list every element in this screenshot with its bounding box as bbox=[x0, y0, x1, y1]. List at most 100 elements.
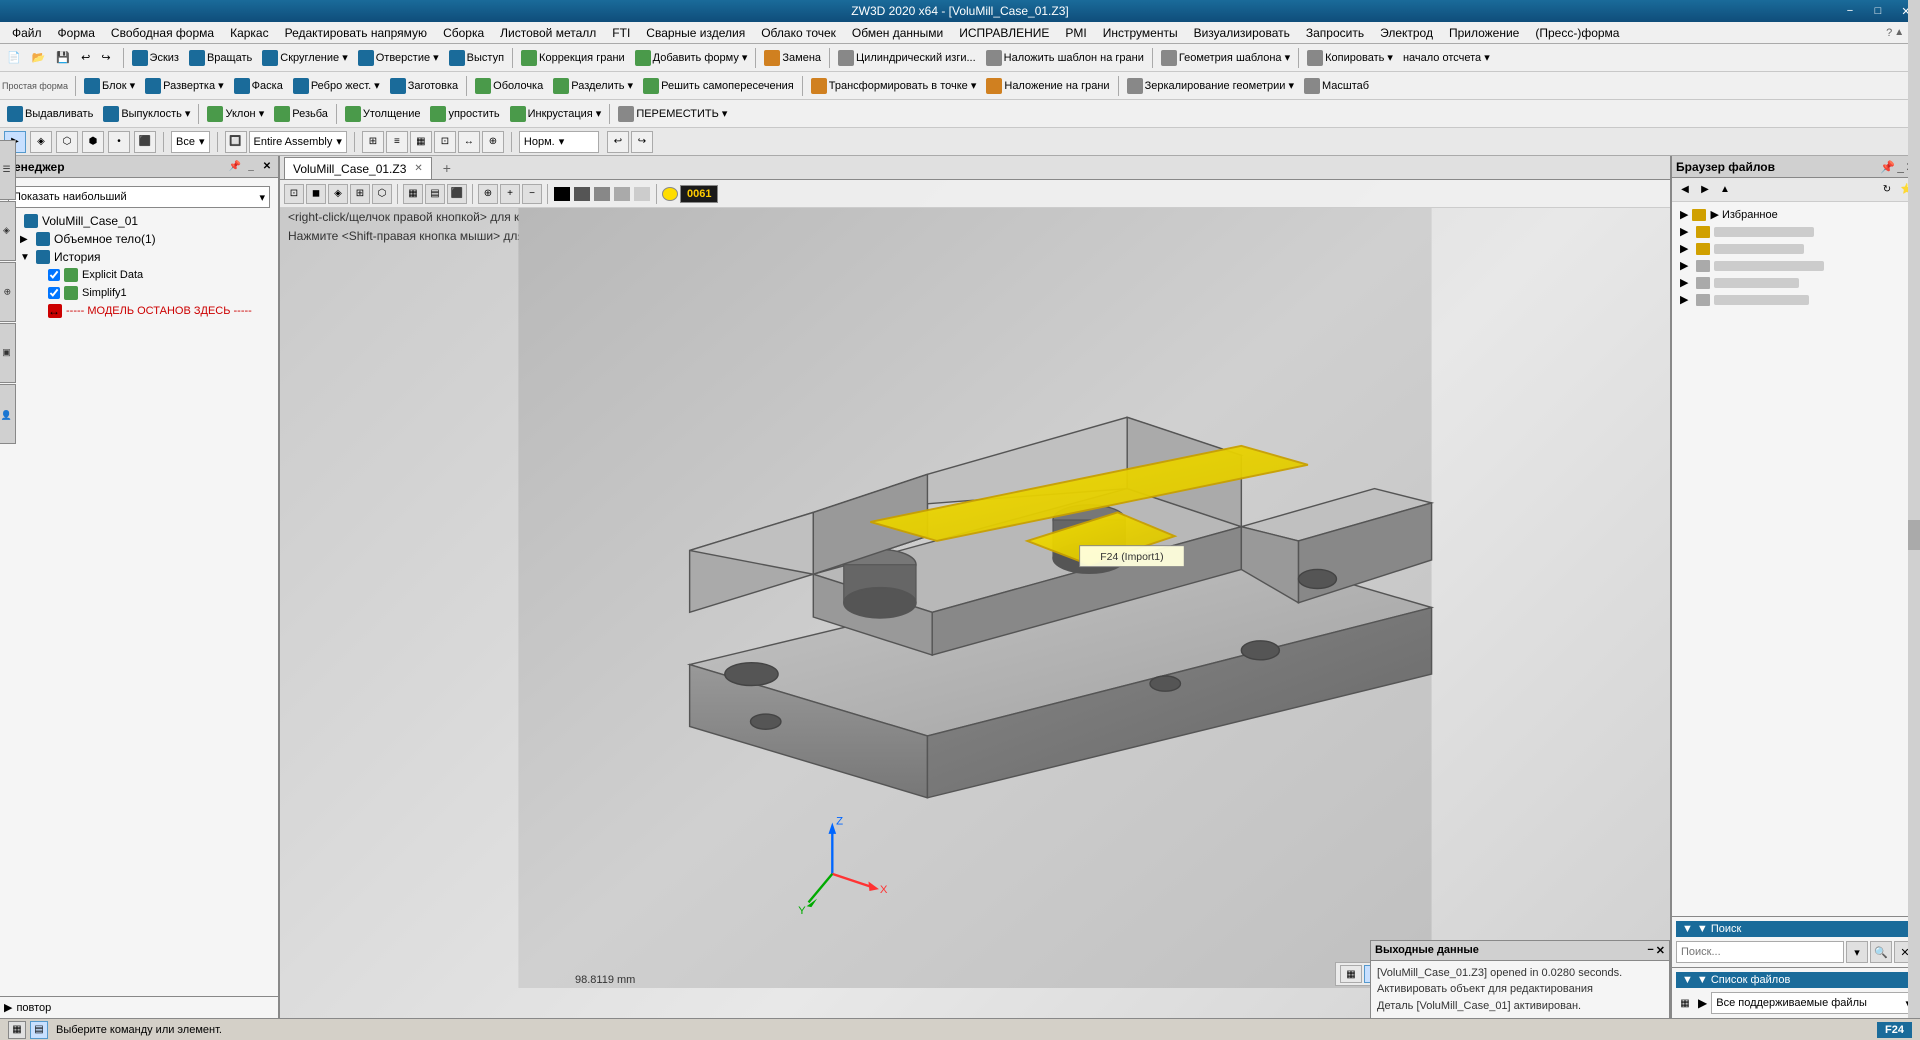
manager-pin-icon[interactable]: 📌 bbox=[228, 160, 242, 174]
vp-zoom-in-icon[interactable]: + bbox=[500, 184, 520, 204]
toolbar-rib[interactable]: Ребро жест. ▾ bbox=[288, 76, 385, 96]
vp-front-icon[interactable]: ▤ bbox=[425, 184, 445, 204]
maximize-btn[interactable]: □ bbox=[1864, 0, 1892, 22]
f24-status-btn[interactable]: F24 bbox=[1877, 1022, 1912, 1038]
search-header[interactable]: ▼ ▼ Поиск bbox=[1676, 921, 1916, 937]
toolbar-block[interactable]: Блок ▾ bbox=[79, 76, 140, 96]
toolbar-protrusion[interactable]: Выступ bbox=[444, 48, 509, 68]
toolbar-add-form[interactable]: Добавить форму ▾ bbox=[630, 48, 753, 68]
vp-render-icon[interactable]: ◈ bbox=[328, 184, 348, 204]
statusbar-shade-btn[interactable]: ▤ bbox=[30, 1021, 48, 1039]
norm-icon-1[interactable]: ↩ bbox=[607, 131, 629, 153]
search-go-btn[interactable]: 🔍 bbox=[1870, 941, 1892, 963]
menu-electrode[interactable]: Электрод bbox=[1372, 24, 1441, 42]
toolbar-transform-point[interactable]: Трансформировать в точке ▾ bbox=[806, 76, 982, 96]
manager-minimize-icon[interactable]: _ bbox=[244, 160, 258, 174]
tree-model-stop[interactable]: ↔ ----- МОДЕЛЬ ОСТАНОВ ЗДЕСЬ ----- bbox=[4, 302, 274, 320]
toolbar-hole[interactable]: Отверстие ▾ bbox=[353, 48, 444, 68]
toolbar-inlay[interactable]: Инкрустация ▾ bbox=[505, 104, 607, 124]
toolbar-split[interactable]: Разделить ▾ bbox=[548, 76, 638, 96]
file-folder-5[interactable]: ▶ bbox=[1676, 291, 1916, 308]
search-dropdown-btn[interactable]: ▾ bbox=[1846, 941, 1868, 963]
bottom-section[interactable]: ▶ повтор bbox=[0, 996, 278, 1018]
menu-assembly[interactable]: Сборка bbox=[435, 24, 492, 42]
file-folder-4[interactable]: ▶ bbox=[1676, 274, 1916, 291]
toolbar-origin[interactable]: начало отсчета ▾ bbox=[1398, 49, 1495, 66]
tab-close-icon[interactable]: ✕ bbox=[414, 163, 422, 174]
check-explicit[interactable] bbox=[48, 269, 60, 281]
menu-sheet-metal[interactable]: Листовой металл bbox=[492, 24, 604, 42]
menu-shape[interactable]: Форма bbox=[50, 24, 103, 42]
menu-welding[interactable]: Сварные изделия bbox=[638, 24, 753, 42]
toolbar-mirror-geom[interactable]: Зеркалирование геометрии ▾ bbox=[1122, 76, 1299, 96]
sel-edge-btn[interactable]: ⬢ bbox=[82, 131, 104, 153]
toolbar-move[interactable]: ПЕРЕМЕСТИТЬ ▾ bbox=[613, 104, 732, 124]
tree-volumill[interactable]: ▼ VoluMill_Case_01 bbox=[4, 212, 274, 230]
right-scrollbar-thumb[interactable] bbox=[1908, 520, 1920, 550]
menu-frame[interactable]: Каркас bbox=[222, 24, 277, 42]
sel-face-btn[interactable]: ⬡ bbox=[56, 131, 78, 153]
toolbar-extrude[interactable]: Выдавливать bbox=[2, 104, 98, 124]
sel-body-btn[interactable]: ⬛ bbox=[134, 131, 156, 153]
statusbar-grid-btn[interactable]: ▦ bbox=[8, 1021, 26, 1039]
rp-refresh-btn[interactable]: ↻ bbox=[1878, 181, 1896, 199]
menu-file[interactable]: Файл bbox=[4, 24, 50, 42]
rp-forward-btn[interactable]: ▶ bbox=[1696, 181, 1714, 199]
output-minimize-icon[interactable]: − bbox=[1647, 944, 1653, 957]
sel-icon-3[interactable]: ≡ bbox=[386, 131, 408, 153]
sel-icon-5[interactable]: ⊡ bbox=[434, 131, 456, 153]
toolbar-thicken[interactable]: Утолщение bbox=[340, 104, 426, 124]
menu-point-cloud[interactable]: Облако точек bbox=[753, 24, 844, 42]
menu-direct-edit[interactable]: Редактировать напрямую bbox=[277, 24, 435, 42]
assembly-dropdown[interactable]: Entire Assembly ▾ bbox=[249, 131, 347, 153]
add-tab-btn[interactable]: + bbox=[436, 157, 458, 179]
file-list-header[interactable]: ▼ ▼ Список файлов bbox=[1676, 972, 1916, 988]
toolbar-undo[interactable]: ↩ bbox=[76, 49, 95, 66]
toolbar-geom-template[interactable]: Геометрия шаблона ▾ bbox=[1156, 48, 1295, 68]
file-view-icon[interactable]: ▦ bbox=[1676, 994, 1694, 1012]
sel-vertex-btn[interactable]: • bbox=[108, 131, 130, 153]
toolbar-copy[interactable]: Копировать ▾ bbox=[1302, 48, 1398, 68]
vp-shading-icon[interactable]: ◼ bbox=[306, 184, 326, 204]
filter-dropdown[interactable]: Все ▾ bbox=[171, 131, 210, 153]
manager-close-icon[interactable]: ✕ bbox=[260, 160, 274, 174]
minimize-btn[interactable]: − bbox=[1836, 0, 1864, 22]
file-folder-2[interactable]: ▶ bbox=[1676, 240, 1916, 257]
side-tab-2[interactable]: ◈ bbox=[0, 201, 16, 261]
side-tab-4[interactable]: ▣ bbox=[0, 323, 16, 383]
vp-top-icon[interactable]: ▦ bbox=[403, 184, 423, 204]
tree-solid[interactable]: ▶ Объемное тело(1) bbox=[4, 230, 274, 248]
tree-simplify[interactable]: Simplify1 bbox=[4, 284, 274, 302]
menu-tools[interactable]: Инструменты bbox=[1095, 24, 1186, 42]
menu-exchange[interactable]: Обмен данными bbox=[844, 24, 951, 42]
rp-back-btn[interactable]: ◀ bbox=[1676, 181, 1694, 199]
sel-wire-btn[interactable]: ◈ bbox=[30, 131, 52, 153]
check-simplify[interactable] bbox=[48, 287, 60, 299]
vp-grid-btn[interactable]: ▦ bbox=[1340, 965, 1362, 983]
viewport-tab-main[interactable]: VoluMill_Case_01.Z3 ✕ bbox=[284, 157, 432, 179]
menu-free-shape[interactable]: Свободная форма bbox=[103, 24, 222, 42]
vp-perspective-icon[interactable]: ⊡ bbox=[284, 184, 304, 204]
toolbar-boss[interactable]: Выпуклость ▾ bbox=[98, 104, 195, 124]
toolbar-self-intersect[interactable]: Решить самопересечения bbox=[638, 76, 799, 96]
sel-icon-2[interactable]: ⊞ bbox=[362, 131, 384, 153]
file-folder-1[interactable]: ▶ bbox=[1676, 223, 1916, 240]
file-folder-3[interactable]: ▶ bbox=[1676, 257, 1916, 274]
menu-press[interactable]: (Пресс-)форма bbox=[1527, 24, 1627, 42]
toolbar-replace[interactable]: Замена bbox=[759, 48, 826, 68]
toolbar-shell[interactable]: Оболочка bbox=[470, 76, 548, 96]
toolbar-redo[interactable]: ↪ bbox=[96, 49, 115, 66]
menu-pmi[interactable]: PMI bbox=[1057, 24, 1094, 42]
norm-dropdown[interactable]: Норм. ▾ bbox=[519, 131, 599, 153]
toolbar-overlay[interactable]: Наложение на грани bbox=[981, 76, 1114, 96]
sel-icon-4[interactable]: ▦ bbox=[410, 131, 432, 153]
menu-fti[interactable]: FTI bbox=[604, 24, 638, 42]
toolbar-fillet[interactable]: Скругление ▾ bbox=[257, 48, 352, 68]
menu-app[interactable]: Приложение bbox=[1441, 24, 1527, 42]
rp-up-btn[interactable]: ▲ bbox=[1716, 181, 1734, 199]
toolbar-sketch[interactable]: Эскиз bbox=[127, 48, 184, 68]
toolbar-scale[interactable]: Масштаб bbox=[1299, 76, 1374, 96]
toolbar-face-correct[interactable]: Коррекция грани bbox=[516, 48, 630, 68]
light-icon[interactable] bbox=[662, 187, 678, 201]
tree-explicit[interactable]: Explicit Data bbox=[4, 266, 274, 284]
